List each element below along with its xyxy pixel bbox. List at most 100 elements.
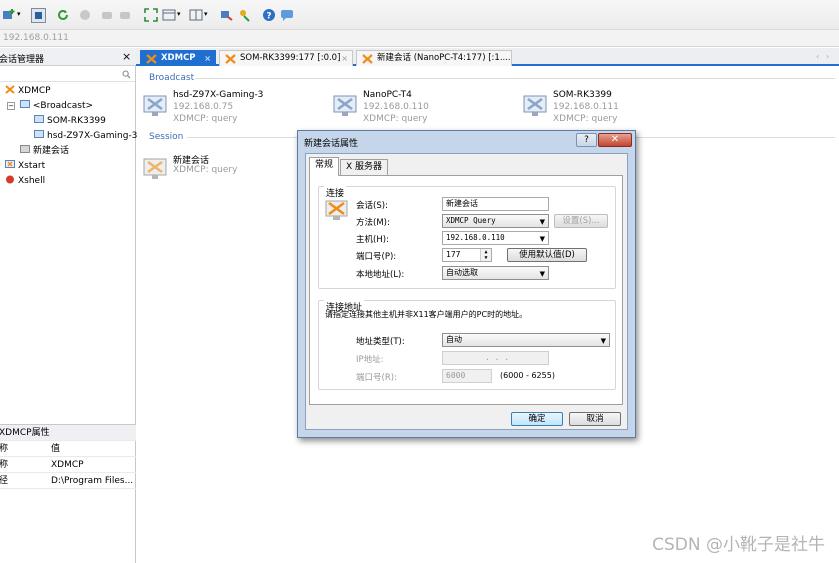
- session-filter-input[interactable]: [0, 67, 135, 82]
- split-dropdown-icon[interactable]: ▾: [204, 10, 208, 18]
- address-bar[interactable]: 192.168.0.111: [0, 30, 839, 47]
- property-value: XDMCP: [51, 460, 84, 470]
- ok-button[interactable]: 确定: [511, 412, 563, 426]
- tab-scroll-left-icon[interactable]: ‹: [816, 52, 819, 61]
- monitor-icon: [34, 115, 44, 123]
- port-input[interactable]: 177 ▲ ▼: [442, 248, 492, 262]
- ip-address-input[interactable]: . . .: [442, 351, 549, 365]
- x-monitor-icon: [523, 95, 547, 116]
- reconnect-icon[interactable]: [56, 8, 70, 22]
- tree-item-xdmcp[interactable]: XDMCP: [5, 84, 51, 98]
- tree-item-label: hsd-Z97X-Gaming-3: [47, 131, 138, 141]
- tab-scroll-right-icon[interactable]: ›: [826, 52, 829, 61]
- tree-item-som-rk3399[interactable]: SOM-RK3399: [34, 114, 106, 128]
- host-item-som-rk3399[interactable]: SOM-RK3399 192.168.0.111 XDMCP: query: [523, 90, 703, 130]
- host-name: SOM-RK3399: [553, 90, 612, 100]
- tab-som-rk3399[interactable]: SOM-RK3399:177 [:0.0] ×: [219, 50, 353, 66]
- session-manager-header: 会话管理器 ×: [0, 48, 136, 66]
- paste-icon[interactable]: [118, 8, 132, 22]
- host-label: 主机(H):: [356, 235, 389, 245]
- host-input[interactable]: 192.168.0.110 ▼: [442, 231, 549, 245]
- tab-xdmcp[interactable]: XDMCP ×: [140, 50, 216, 66]
- address-text: 192.168.0.111: [3, 33, 69, 43]
- tab-close-icon[interactable]: ×: [341, 51, 348, 66]
- collapse-toggle-icon[interactable]: −: [7, 102, 15, 110]
- xmanager-logo-icon: [362, 54, 373, 64]
- properties-panel: XDMCP属性 称 值 称 XDMCP 径 D:\Program Files..…: [0, 424, 136, 563]
- host-item-nanopc-t4[interactable]: NanoPC-T4 192.168.0.110 XDMCP: query: [333, 90, 513, 130]
- tree-item-hsd-z97x[interactable]: hsd-Z97X-Gaming-3: [34, 129, 137, 143]
- chevron-down-icon: ▼: [539, 218, 545, 226]
- close-button[interactable]: ✕: [598, 133, 632, 147]
- host-name: hsd-Z97X-Gaming-3: [173, 90, 264, 100]
- session-manager-panel: 会话管理器 × XDMCP − <Broadcast> SOM-RK3399 h…: [0, 48, 137, 563]
- toolbar: ▾ ▾ ▾ ?: [0, 0, 839, 30]
- dialog-title: 新建会话属性: [304, 139, 359, 149]
- tools-icon[interactable]: [238, 8, 252, 22]
- method-select[interactable]: XDMCP Query ▼: [442, 214, 549, 228]
- properties-col-name: 称: [0, 444, 9, 454]
- port2-label: 端口号(R):: [356, 373, 397, 383]
- layout-icon[interactable]: [162, 8, 176, 22]
- property-name: 径: [0, 476, 9, 486]
- host-protocol: XDMCP: query: [553, 114, 618, 124]
- address-type-select[interactable]: 自动 ▼: [442, 333, 610, 347]
- tree-item-xstart[interactable]: Xstart: [5, 159, 45, 173]
- tab-new-session[interactable]: 新建会话 (NanoPC-T4:177) [:1....: [356, 50, 512, 66]
- tab-close-icon[interactable]: ×: [204, 51, 211, 66]
- port-value: 177: [446, 250, 461, 259]
- tab-label: 新建会话 (NanoPC-T4:177) [:1....: [377, 53, 511, 63]
- cancel-button[interactable]: 取消: [569, 412, 621, 426]
- properties-row[interactable]: 称 XDMCP: [0, 457, 136, 473]
- local-address-select[interactable]: 自动选取 ▼: [442, 266, 549, 280]
- new-session-properties-dialog: 新建会话属性 ? ✕ 常规 X 服务器 连接 会话(S): 新建会话 方法(M)…: [297, 130, 636, 438]
- layout-dropdown-icon[interactable]: ▾: [177, 10, 181, 18]
- tree-item-broadcast[interactable]: − <Broadcast>: [7, 99, 93, 113]
- help-icon[interactable]: ?: [262, 8, 276, 22]
- method-value: XDMCP Query: [446, 216, 496, 225]
- tab-label: XDMCP: [161, 53, 196, 63]
- host-protocol: XDMCP: query: [363, 114, 428, 124]
- chevron-down-icon: ▼: [600, 337, 606, 345]
- monitor-icon: [34, 130, 44, 138]
- host-ip: 192.168.0.111: [553, 102, 619, 112]
- session-tab-bar: XDMCP × SOM-RK3399:177 [:0.0] × 新建会话 (Na…: [136, 48, 839, 66]
- session-name-label: 会话(S):: [356, 201, 388, 211]
- port2-input[interactable]: 6000: [442, 369, 492, 383]
- properties-row[interactable]: 径 D:\Program Files...: [0, 473, 136, 489]
- host-value: 192.168.0.110: [446, 233, 505, 242]
- general-tab-panel: 连接 会话(S): 新建会话 方法(M): XDMCP Query ▼ 设置(S…: [309, 175, 623, 405]
- chat-icon[interactable]: [280, 8, 294, 22]
- tree-item-xshell[interactable]: Xshell: [5, 174, 45, 188]
- chevron-down-icon: ▼: [539, 235, 545, 243]
- settings-button[interactable]: 设置(S)...: [554, 214, 608, 228]
- disconnect-icon[interactable]: [78, 8, 92, 22]
- host-name: NanoPC-T4: [363, 90, 412, 100]
- fullscreen-icon[interactable]: [144, 8, 158, 22]
- connection-group: 连接 会话(S): 新建会话 方法(M): XDMCP Query ▼ 设置(S…: [318, 186, 616, 289]
- host-item-hsd-z97x[interactable]: hsd-Z97X-Gaming-3 192.168.0.75 XDMCP: qu…: [143, 90, 323, 130]
- new-session-icon[interactable]: [2, 8, 16, 22]
- port-spinner-icon[interactable]: ▲ ▼: [480, 249, 491, 261]
- copy-icon[interactable]: [100, 8, 114, 22]
- split-icon[interactable]: [189, 8, 203, 22]
- search-icon: [122, 70, 131, 79]
- help-button[interactable]: ?: [576, 133, 597, 147]
- session-name-input[interactable]: 新建会话: [442, 197, 549, 211]
- session-icon: [325, 200, 348, 220]
- session-item-new-session[interactable]: 新建会话 XDMCP: query: [143, 153, 323, 193]
- tab-general[interactable]: 常规: [309, 157, 340, 176]
- new-session-dropdown-icon[interactable]: ▾: [17, 10, 21, 18]
- host-ip: 192.168.0.75: [173, 102, 234, 112]
- transfer-icon[interactable]: [220, 8, 234, 22]
- open-icon[interactable]: [31, 8, 46, 23]
- session-manager-close-button[interactable]: ×: [122, 50, 131, 63]
- connection-address-group: 连接地址 请指定连接其他主机并非X11客户端用户的PC时的地址。 地址类型(T)…: [318, 300, 616, 390]
- tree-item-new-session[interactable]: 新建会话: [20, 144, 69, 158]
- use-default-button[interactable]: 使用默认值(D): [507, 248, 587, 262]
- broadcast-section-title: Broadcast: [149, 73, 195, 83]
- svg-text:?: ?: [266, 12, 271, 22]
- tab-x-server[interactable]: X 服务器: [340, 159, 389, 175]
- connection-group-title: 连接: [324, 186, 347, 199]
- chevron-down-icon: ▼: [539, 270, 545, 278]
